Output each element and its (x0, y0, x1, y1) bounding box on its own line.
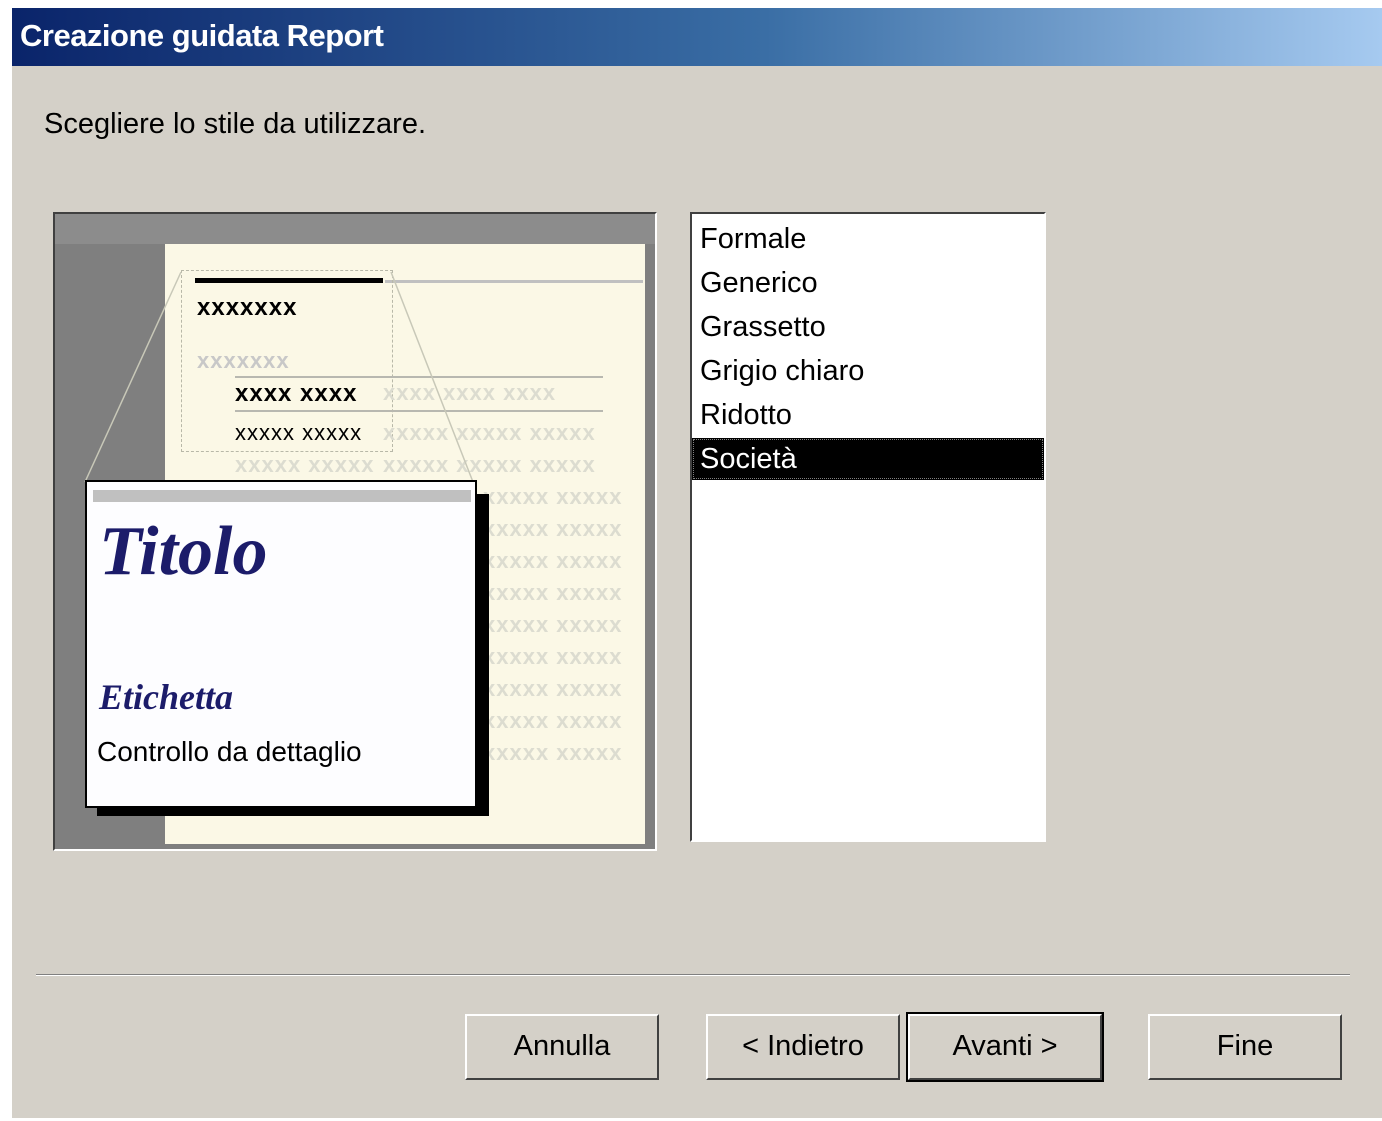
style-option-ridotto[interactable]: Ridotto (692, 394, 1044, 436)
preview-zoom-card: Titolo Etichetta Controllo da dettaglio (85, 480, 477, 808)
preview-title: Titolo (99, 513, 268, 590)
style-option-societa[interactable]: Società (692, 438, 1044, 480)
style-option-grigio-chiaro[interactable]: Grigio chiaro (692, 350, 1044, 392)
next-button[interactable]: Avanti > (906, 1012, 1104, 1082)
style-option-generico[interactable]: Generico (692, 262, 1044, 304)
report-wizard-dialog: Creazione guidata Report Scegliere lo st… (12, 8, 1382, 1118)
title-bar[interactable]: Creazione guidata Report (12, 8, 1382, 66)
preview-label: Etichetta (99, 677, 233, 717)
style-preview: xxxxxxx xxxxxxx xxxx xxxx xxxx xxxx xxxx… (53, 212, 657, 851)
style-option-grassetto[interactable]: Grassetto (692, 306, 1044, 348)
instruction-text: Scegliere lo stile da utilizzare. (44, 108, 427, 140)
cancel-button[interactable]: Annulla (465, 1014, 659, 1080)
button-separator (36, 974, 1350, 976)
preview-detail-control: Controllo da dettaglio (97, 736, 362, 767)
finish-button[interactable]: Fine (1148, 1014, 1342, 1080)
back-button[interactable]: < Indietro (706, 1014, 900, 1080)
style-option-formale[interactable]: Formale (692, 218, 1044, 260)
window-title: Creazione guidata Report (20, 18, 384, 53)
style-list[interactable]: Formale Generico Grassetto Grigio chiaro… (690, 212, 1046, 842)
